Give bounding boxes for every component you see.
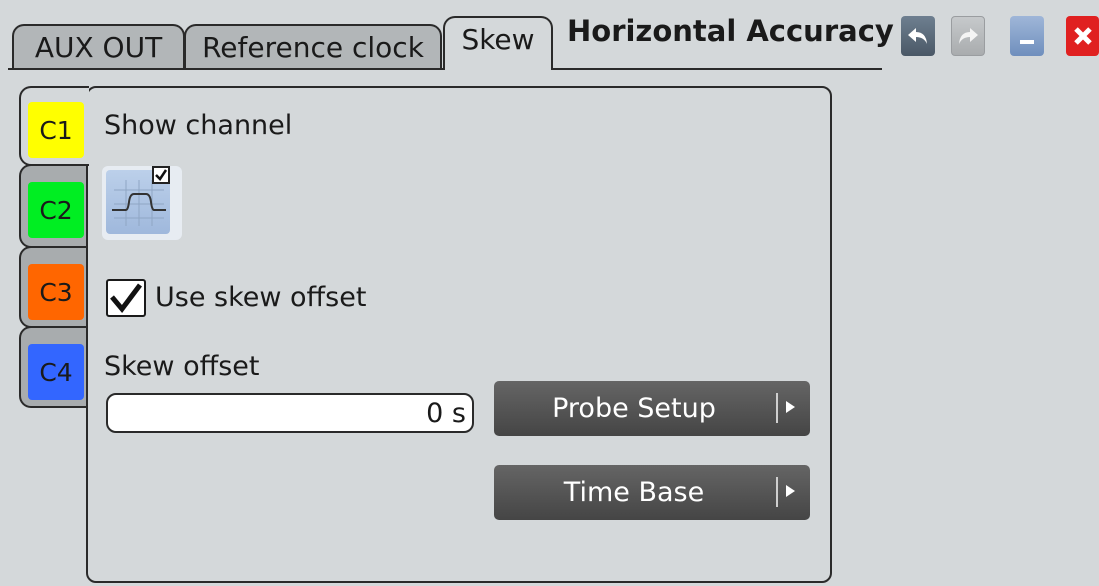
redo-arrow-icon xyxy=(959,28,978,44)
tab-skew[interactable]: Skew xyxy=(443,16,553,70)
arrow-right-icon xyxy=(786,485,795,497)
channel-chip-c2: C2 xyxy=(28,182,84,238)
button-separator xyxy=(776,477,778,507)
skew-offset-label: Skew offset xyxy=(104,351,260,382)
minimize-icon xyxy=(1020,40,1034,44)
tab-bar-baseline-right xyxy=(552,68,882,70)
tab-aux-out[interactable]: AUX OUT xyxy=(12,24,185,70)
probe-setup-label: Probe Setup xyxy=(552,393,716,424)
channel-label-c2: C2 xyxy=(39,196,73,225)
skew-offset-input[interactable]: 0 s xyxy=(106,393,474,433)
time-base-button[interactable]: Time Base xyxy=(494,465,810,520)
channel-chip-c1: C1 xyxy=(28,102,84,158)
dialog-title: Horizontal Accuracy xyxy=(567,14,894,48)
channel-chip-c3: C3 xyxy=(28,264,84,320)
button-separator xyxy=(776,393,778,423)
checkmark-icon xyxy=(155,169,168,181)
checkmark-icon xyxy=(110,283,142,314)
channel-label-c4: C4 xyxy=(39,358,73,387)
minimize-button[interactable] xyxy=(1010,16,1044,56)
tab-reference-clock[interactable]: Reference clock xyxy=(184,24,442,70)
redo-button[interactable] xyxy=(951,16,985,56)
show-channel-checkbox[interactable] xyxy=(152,166,170,184)
channel-tab-c1[interactable]: C1 xyxy=(19,86,89,166)
undo-arrow-icon xyxy=(908,28,927,44)
channel-label-c1: C1 xyxy=(39,116,73,145)
undo-button[interactable] xyxy=(901,16,935,56)
time-base-label: Time Base xyxy=(563,477,705,508)
show-channel-toggle[interactable] xyxy=(102,166,182,240)
probe-setup-button[interactable]: Probe Setup xyxy=(494,381,810,436)
tab-skew-label: Skew xyxy=(461,23,535,56)
tab-aux-out-label: AUX OUT xyxy=(34,31,163,64)
channel-chip-c4: C4 xyxy=(28,344,84,400)
skew-offset-value: 0 s xyxy=(426,398,466,429)
tab-bar-baseline xyxy=(8,68,444,70)
tab-reference-clock-label: Reference clock xyxy=(202,31,424,64)
channel-label-c3: C3 xyxy=(39,278,73,307)
use-skew-offset-label: Use skew offset xyxy=(155,282,367,313)
channel-tab-c3[interactable]: C3 xyxy=(19,246,87,328)
use-skew-offset-checkbox[interactable] xyxy=(106,279,146,317)
channel-tab-c4[interactable]: C4 xyxy=(19,326,87,408)
channel-tab-c2[interactable]: C2 xyxy=(19,164,87,248)
show-channel-label: Show channel xyxy=(104,110,293,141)
close-button[interactable] xyxy=(1066,16,1099,56)
close-icon xyxy=(1073,27,1092,45)
arrow-right-icon xyxy=(786,401,795,413)
